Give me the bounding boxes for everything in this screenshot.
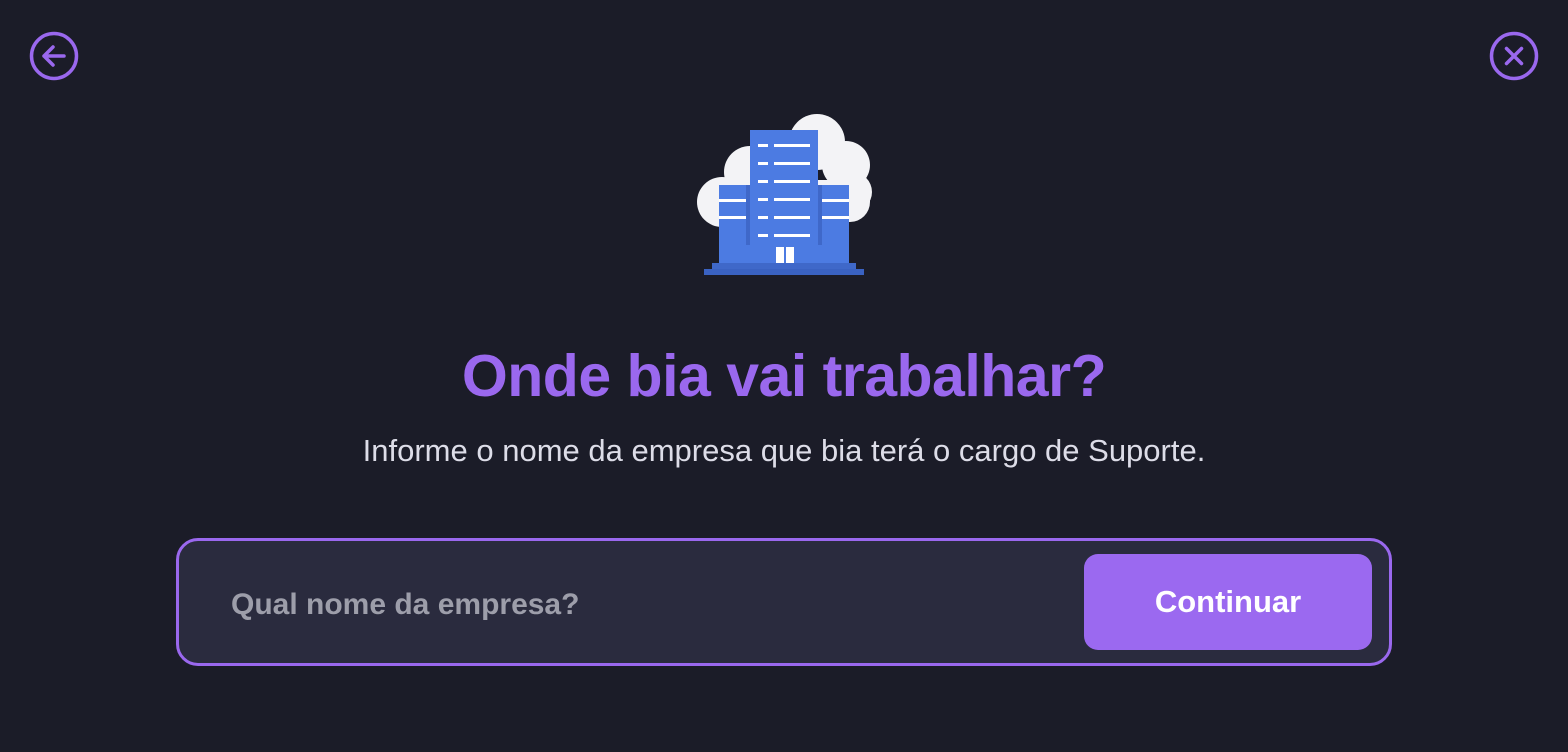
office-building-cloud-icon bbox=[697, 114, 872, 275]
company-name-input[interactable] bbox=[229, 563, 1073, 647]
arrow-left-circle-icon bbox=[29, 31, 79, 81]
page-title: Onde bia vai trabalhar? bbox=[461, 343, 1107, 409]
x-circle-icon bbox=[1489, 31, 1539, 81]
office-building-illustration bbox=[694, 110, 874, 280]
onboarding-screen: Onde bia vai trabalhar? Informe o nome d… bbox=[0, 0, 1568, 752]
close-button[interactable] bbox=[1489, 31, 1539, 81]
continue-button[interactable]: Continuar bbox=[1084, 554, 1372, 650]
page-subtitle: Informe o nome da empresa que bia terá o… bbox=[362, 433, 1206, 468]
company-form: Continuar bbox=[176, 538, 1392, 666]
back-button[interactable] bbox=[29, 31, 79, 81]
